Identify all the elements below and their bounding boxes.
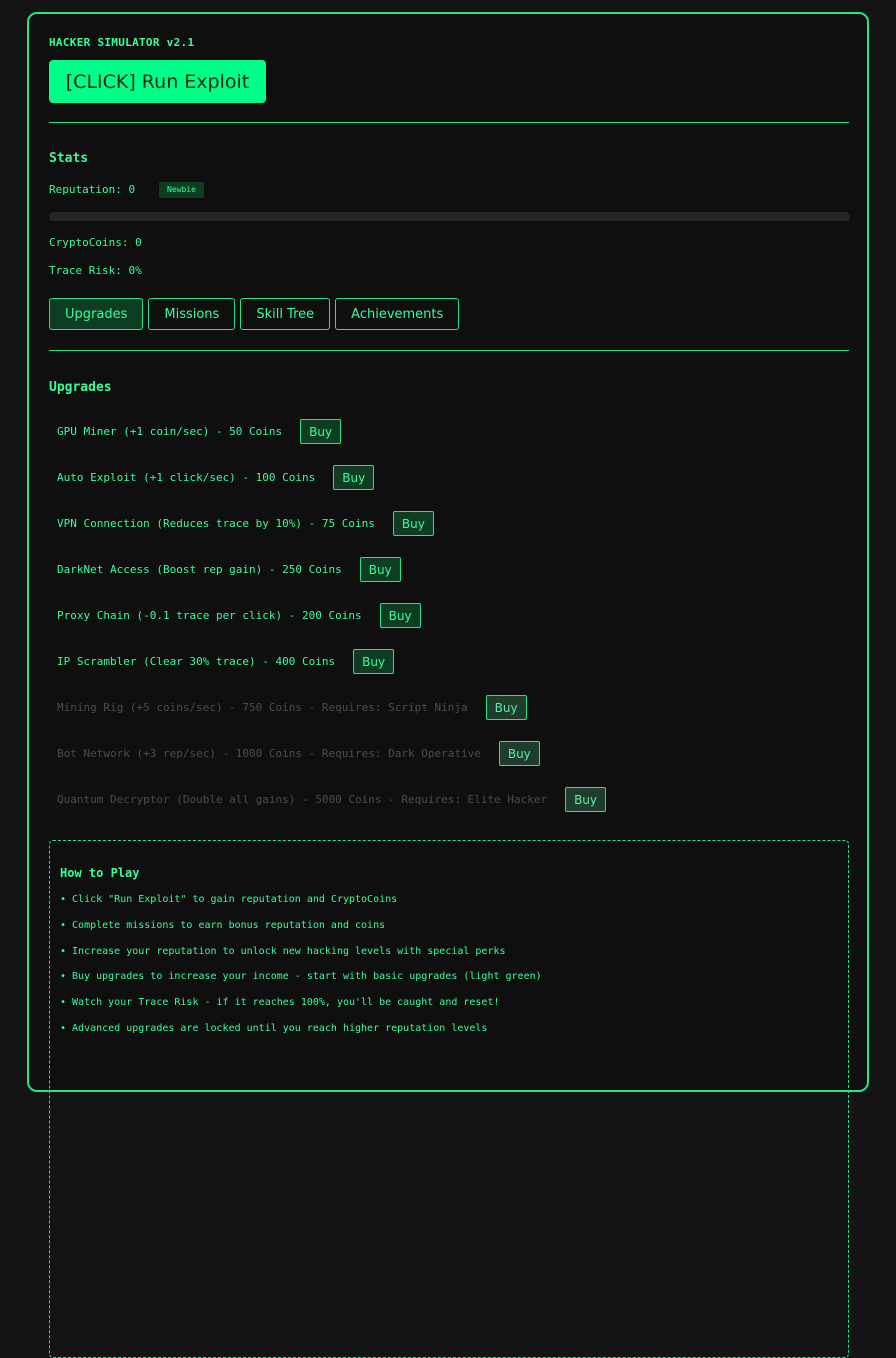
upgrade-label: VPN Connection (Reduces trace by 10%) - …	[57, 517, 375, 530]
upgrade-row: GPU Miner (+1 coin/sec) - 50 Coins Buy	[57, 419, 342, 444]
buy-button[interactable]: Buy	[498, 741, 540, 766]
how-to-play-item: • Buy upgrades to increase your income -…	[60, 971, 542, 982]
buy-button[interactable]: Buy	[392, 511, 434, 536]
divider	[49, 350, 849, 351]
how-to-play-item: • Advanced upgrades are locked until you…	[60, 1023, 488, 1034]
cryptocoins-stat: CryptoCoins: 0	[49, 236, 142, 249]
upgrade-label: Auto Exploit (+1 click/sec) - 100 Coins	[57, 471, 316, 484]
divider	[49, 122, 849, 123]
buy-button[interactable]: Buy	[565, 787, 607, 812]
stats-title: Stats	[49, 151, 89, 166]
buy-button[interactable]: Buy	[379, 603, 421, 628]
run-exploit-button[interactable]: [CLICK] Run Exploit	[49, 60, 266, 103]
how-to-play-title: How to Play	[60, 866, 140, 880]
upgrade-row-locked: Bot Network (+3 rep/sec) - 1000 Coins - …	[57, 741, 540, 766]
upgrade-label: IP Scrambler (Clear 30% trace) - 400 Coi…	[57, 655, 336, 668]
trace-risk-stat: Trace Risk: 0%	[49, 264, 142, 277]
tab-upgrades[interactable]: Upgrades	[49, 298, 144, 330]
upgrade-label: GPU Miner (+1 coin/sec) - 50 Coins	[57, 425, 283, 438]
upgrade-row-locked: Quantum Decryptor (Double all gains) - 5…	[57, 787, 607, 812]
reputation-progress-bar	[49, 212, 850, 221]
buy-button[interactable]: Buy	[333, 465, 375, 490]
upgrade-row: VPN Connection (Reduces trace by 10%) - …	[57, 511, 434, 536]
app-title: HACKER SIMULATOR v2.1	[49, 36, 195, 49]
how-to-play-item: • Increase your reputation to unlock new…	[60, 946, 506, 957]
reputation-stat: Reputation: 0	[49, 183, 136, 196]
rank-badge: Newbie	[159, 182, 204, 198]
buy-button[interactable]: Buy	[359, 557, 401, 582]
upgrade-label: DarkNet Access (Boost rep gain) - 250 Co…	[57, 563, 342, 576]
upgrade-row: Auto Exploit (+1 click/sec) - 100 Coins …	[57, 465, 375, 490]
how-to-play-item: • Watch your Trace Risk - if it reaches …	[60, 997, 500, 1008]
upgrades-title: Upgrades	[49, 380, 112, 395]
tab-missions[interactable]: Missions	[148, 298, 236, 330]
game-panel: HACKER SIMULATOR v2.1 [CLICK] Run Exploi…	[27, 12, 869, 1358]
upgrade-label: Bot Network (+3 rep/sec) - 1000 Coins - …	[57, 747, 481, 760]
upgrade-row: Proxy Chain (-0.1 trace per click) - 200…	[57, 603, 421, 628]
upgrade-label: Proxy Chain (-0.1 trace per click) - 200…	[57, 609, 362, 622]
tab-bar: Upgrades Missions Skill Tree Achievement…	[49, 298, 460, 330]
upgrade-label: Quantum Decryptor (Double all gains) - 5…	[57, 793, 548, 806]
tab-skill-tree[interactable]: Skill Tree	[240, 298, 331, 330]
how-to-play-item: • Complete missions to earn bonus reputa…	[60, 920, 386, 931]
tab-achievements[interactable]: Achievements	[335, 298, 460, 330]
upgrade-label: Mining Rig (+5 coins/sec) - 750 Coins - …	[57, 701, 468, 714]
upgrade-row-locked: Mining Rig (+5 coins/sec) - 750 Coins - …	[57, 695, 527, 720]
upgrade-row: DarkNet Access (Boost rep gain) - 250 Co…	[57, 557, 401, 582]
buy-button[interactable]: Buy	[300, 419, 342, 444]
buy-button[interactable]: Buy	[485, 695, 527, 720]
how-to-play-item: • Click "Run Exploit" to gain reputation…	[60, 894, 398, 905]
upgrade-row: IP Scrambler (Clear 30% trace) - 400 Coi…	[57, 649, 395, 674]
buy-button[interactable]: Buy	[353, 649, 395, 674]
how-to-play-box: How to Play • Click "Run Exploit" to gai…	[49, 840, 849, 1358]
